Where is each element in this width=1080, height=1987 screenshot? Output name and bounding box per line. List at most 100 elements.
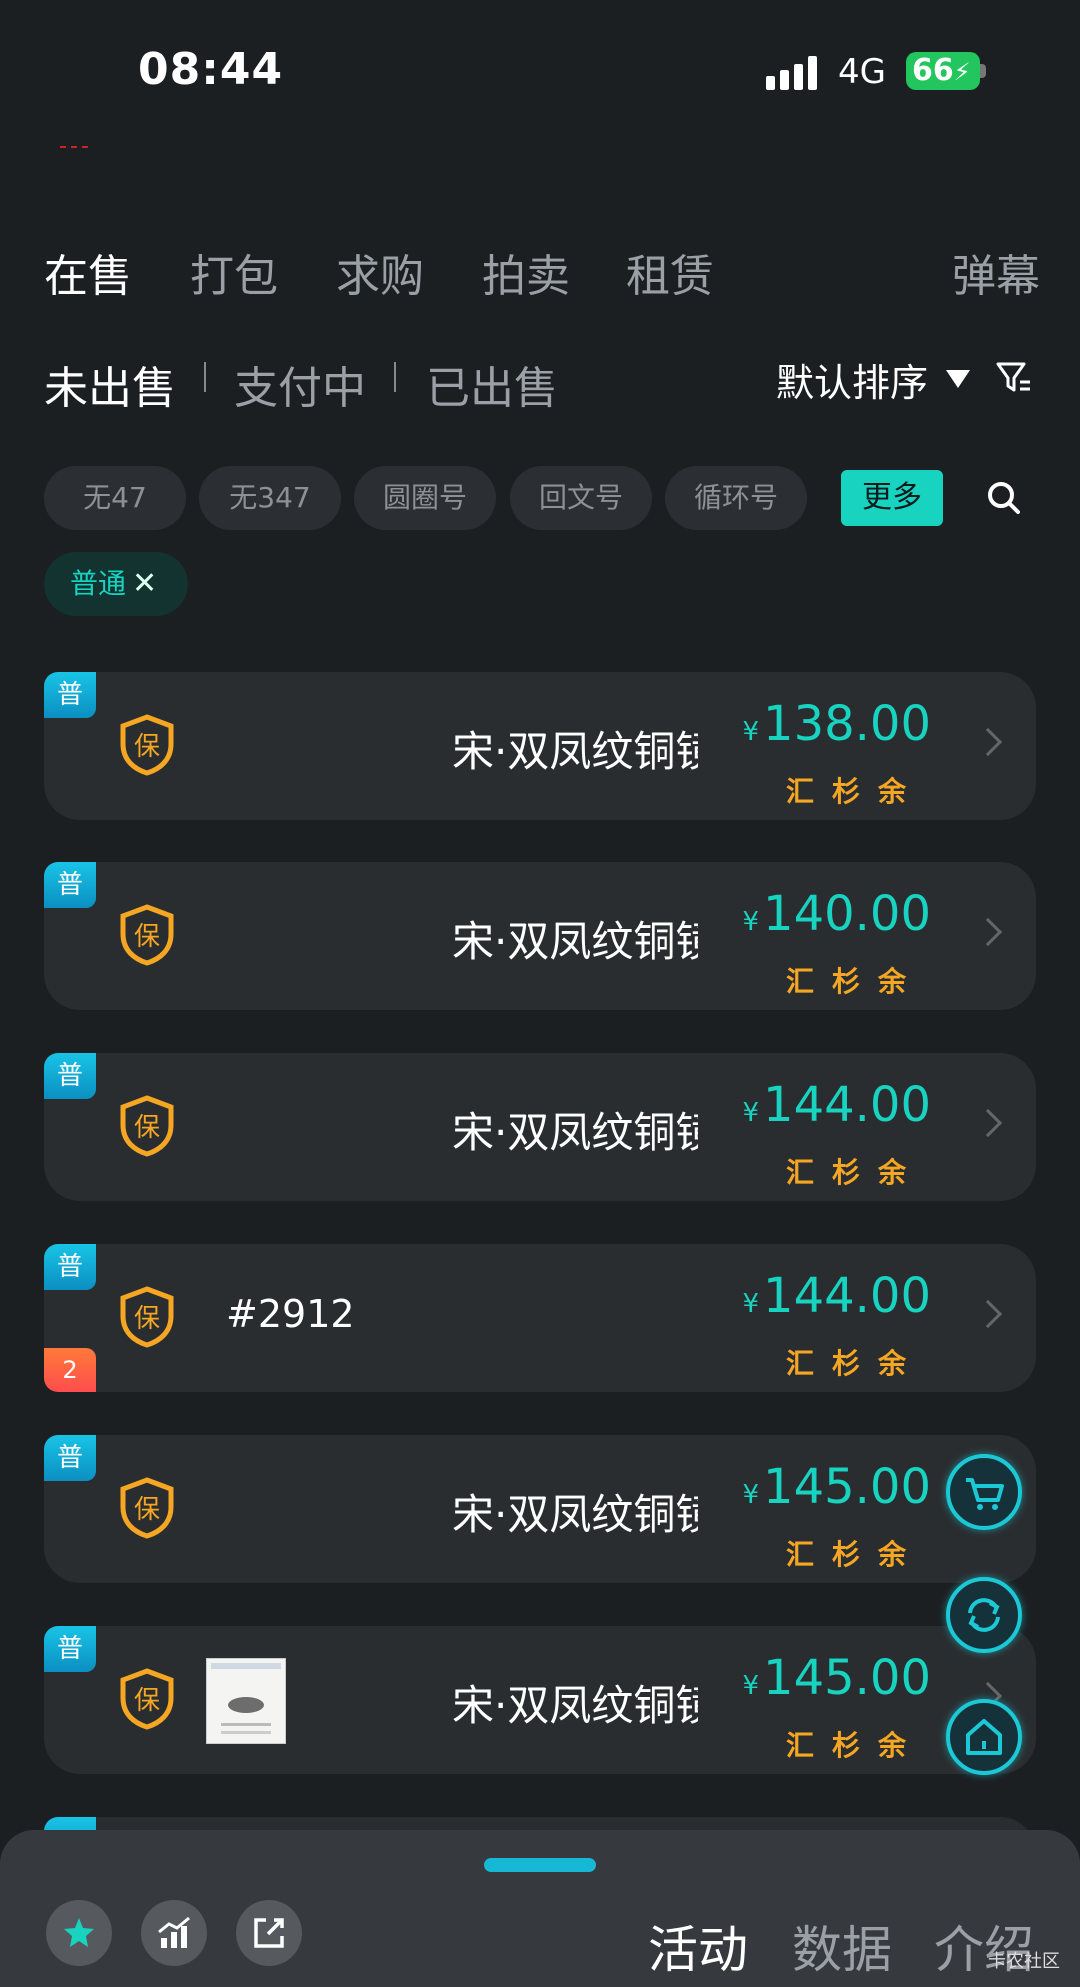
listing-card[interactable]: 普 2 保 #2912 ¥144.00 汇杉余 [44,1244,1036,1392]
listing-subtitle: 汇杉余 [785,1347,924,1380]
active-filter-tag[interactable]: 普通 ✕ [44,552,188,616]
filter-icon[interactable] [994,358,1034,398]
listing-subtitle: 汇杉余 [785,965,924,998]
listing-card[interactable]: 普 保 宋·双凤纹铜镜 ¥140.00 汇杉余 [44,862,1036,1010]
subtab-paying[interactable]: 支付中 [234,352,366,416]
filter-chips: 无47 无347 圆圈号 回文号 循环号 更多 普通 ✕ [44,466,1044,666]
cart-button[interactable] [946,1454,1022,1530]
bottom-sheet: 活动 数据 介绍 卡农社区 [0,1830,1080,1987]
tag-label: 普通 [70,567,127,600]
shield-label: 保 [134,922,160,952]
drag-handle[interactable] [484,1858,596,1872]
normal-badge: 普 [44,1053,96,1099]
sub-tabs: 未出售 支付中 已出售 默认排序 [44,352,1040,414]
search-icon[interactable] [984,478,1024,518]
listing-name: 宋·双凤纹铜镜 [452,1108,698,1155]
listing-price: ¥145.00 [742,1650,932,1706]
subtab-unsold[interactable]: 未出售 [44,352,176,416]
listing-subtitle: 汇杉余 [785,1729,924,1762]
network-label: 4G [838,52,886,92]
chip-palindrome[interactable]: 回文号 [510,466,652,530]
shield-icon: 保 [120,1477,174,1539]
home-icon [966,1719,1002,1755]
shield-label: 保 [134,732,160,762]
chevron-right-icon [973,1299,1003,1329]
tab-auction[interactable]: 拍卖 [482,240,570,304]
shield-icon: 保 [120,904,174,966]
tab-on-sale[interactable]: 在售 [44,240,132,304]
subtab-sold[interactable]: 已出售 [426,352,558,416]
refresh-button[interactable] [946,1577,1022,1653]
favorite-button[interactable] [46,1900,112,1966]
listing-card[interactable]: 普 保 宋·双凤纹铜镜 ¥145.00 汇杉余 [44,1626,1036,1774]
normal-badge: 普 [44,862,96,908]
shield-label: 保 [134,1686,160,1716]
listing-price: ¥144.00 [742,1268,932,1324]
chart-button[interactable] [141,1900,207,1966]
divider [204,362,206,392]
battery-nub [980,64,986,78]
share-icon [254,1918,284,1948]
decoration [60,146,88,149]
chevron-right-icon [973,1108,1003,1138]
chevron-down-icon[interactable] [946,370,970,388]
chart-icon [158,1916,190,1948]
status-bar: 08:44 4G 66⚡ [0,0,1080,150]
listing-thumbnail[interactable] [206,1658,286,1744]
cart-icon [966,1478,1004,1510]
listing-name: 宋·双凤纹铜镜 [452,1490,698,1537]
chevron-right-icon [973,727,1003,757]
thumbnail-image [211,1663,281,1734]
listing-subtitle: 汇杉余 [785,1156,924,1189]
chip-wu347[interactable]: 无347 [199,466,341,530]
count-badge: 2 [44,1348,96,1392]
watermark: 卡农社区 [988,1951,1060,1972]
battery-level: 66 [912,53,954,88]
chevron-right-icon [973,917,1003,947]
shield-icon: 保 [120,714,174,776]
listing-name: 宋·双凤纹铜镜 [452,1681,698,1728]
listing-price: ¥144.00 [742,1077,932,1133]
share-button[interactable] [236,1900,302,1966]
more-button[interactable]: 更多 [841,470,943,526]
tab-rental[interactable]: 租赁 [626,240,714,304]
normal-badge: 普 [44,1626,96,1672]
listing-subtitle: 汇杉余 [785,775,924,808]
listing-card[interactable]: 普 保 宋·双凤纹铜镜 ¥138.00 汇杉余 [44,672,1036,820]
top-tabs: 在售 打包 求购 拍卖 租赁 弹幕 [44,240,1040,302]
normal-badge: 普 [44,672,96,718]
home-button[interactable] [946,1699,1022,1775]
tab-wanted[interactable]: 求购 [336,240,424,304]
battery-icon: 66⚡ [906,52,980,90]
shield-icon: 保 [120,1286,174,1348]
divider [394,362,396,392]
chip-cyclic[interactable]: 循环号 [665,466,807,530]
listing-card[interactable]: 普 保 宋·双凤纹铜镜 ¥144.00 汇杉余 [44,1053,1036,1201]
status-time: 08:44 [138,44,284,95]
shield-icon: 保 [120,1668,174,1730]
signal-icon [766,54,822,90]
listing-price: ¥138.00 [742,696,932,752]
shield-icon: 保 [120,1095,174,1157]
shield-label: 保 [134,1113,160,1143]
tab-bundle[interactable]: 打包 [190,240,278,304]
star-icon [64,1918,94,1947]
refresh-icon [968,1598,1000,1632]
listing-name: 宋·双凤纹铜镜 [452,727,698,774]
chip-circle-number[interactable]: 圆圈号 [354,466,496,530]
shield-label: 保 [134,1304,160,1334]
sort-dropdown[interactable]: 默认排序 [776,352,928,407]
normal-badge: 普 [44,1435,96,1481]
normal-badge: 普 [44,1244,96,1290]
close-icon[interactable]: ✕ [132,566,157,601]
listing-subtitle: 汇杉余 [785,1538,924,1571]
listing-card[interactable]: 普 保 宋·双凤纹铜镜 ¥145.00 汇杉余 [44,1435,1036,1583]
shield-label: 保 [134,1495,160,1525]
listing-code: #2912 [226,1292,355,1336]
listing-price: ¥145.00 [742,1459,932,1515]
listing-price: ¥140.00 [742,886,932,942]
tab-activity[interactable]: 活动 [648,1910,748,1982]
tab-data[interactable]: 数据 [792,1910,892,1982]
chip-wu47[interactable]: 无47 [44,466,186,530]
danmu-button[interactable]: 弹幕 [952,240,1040,304]
